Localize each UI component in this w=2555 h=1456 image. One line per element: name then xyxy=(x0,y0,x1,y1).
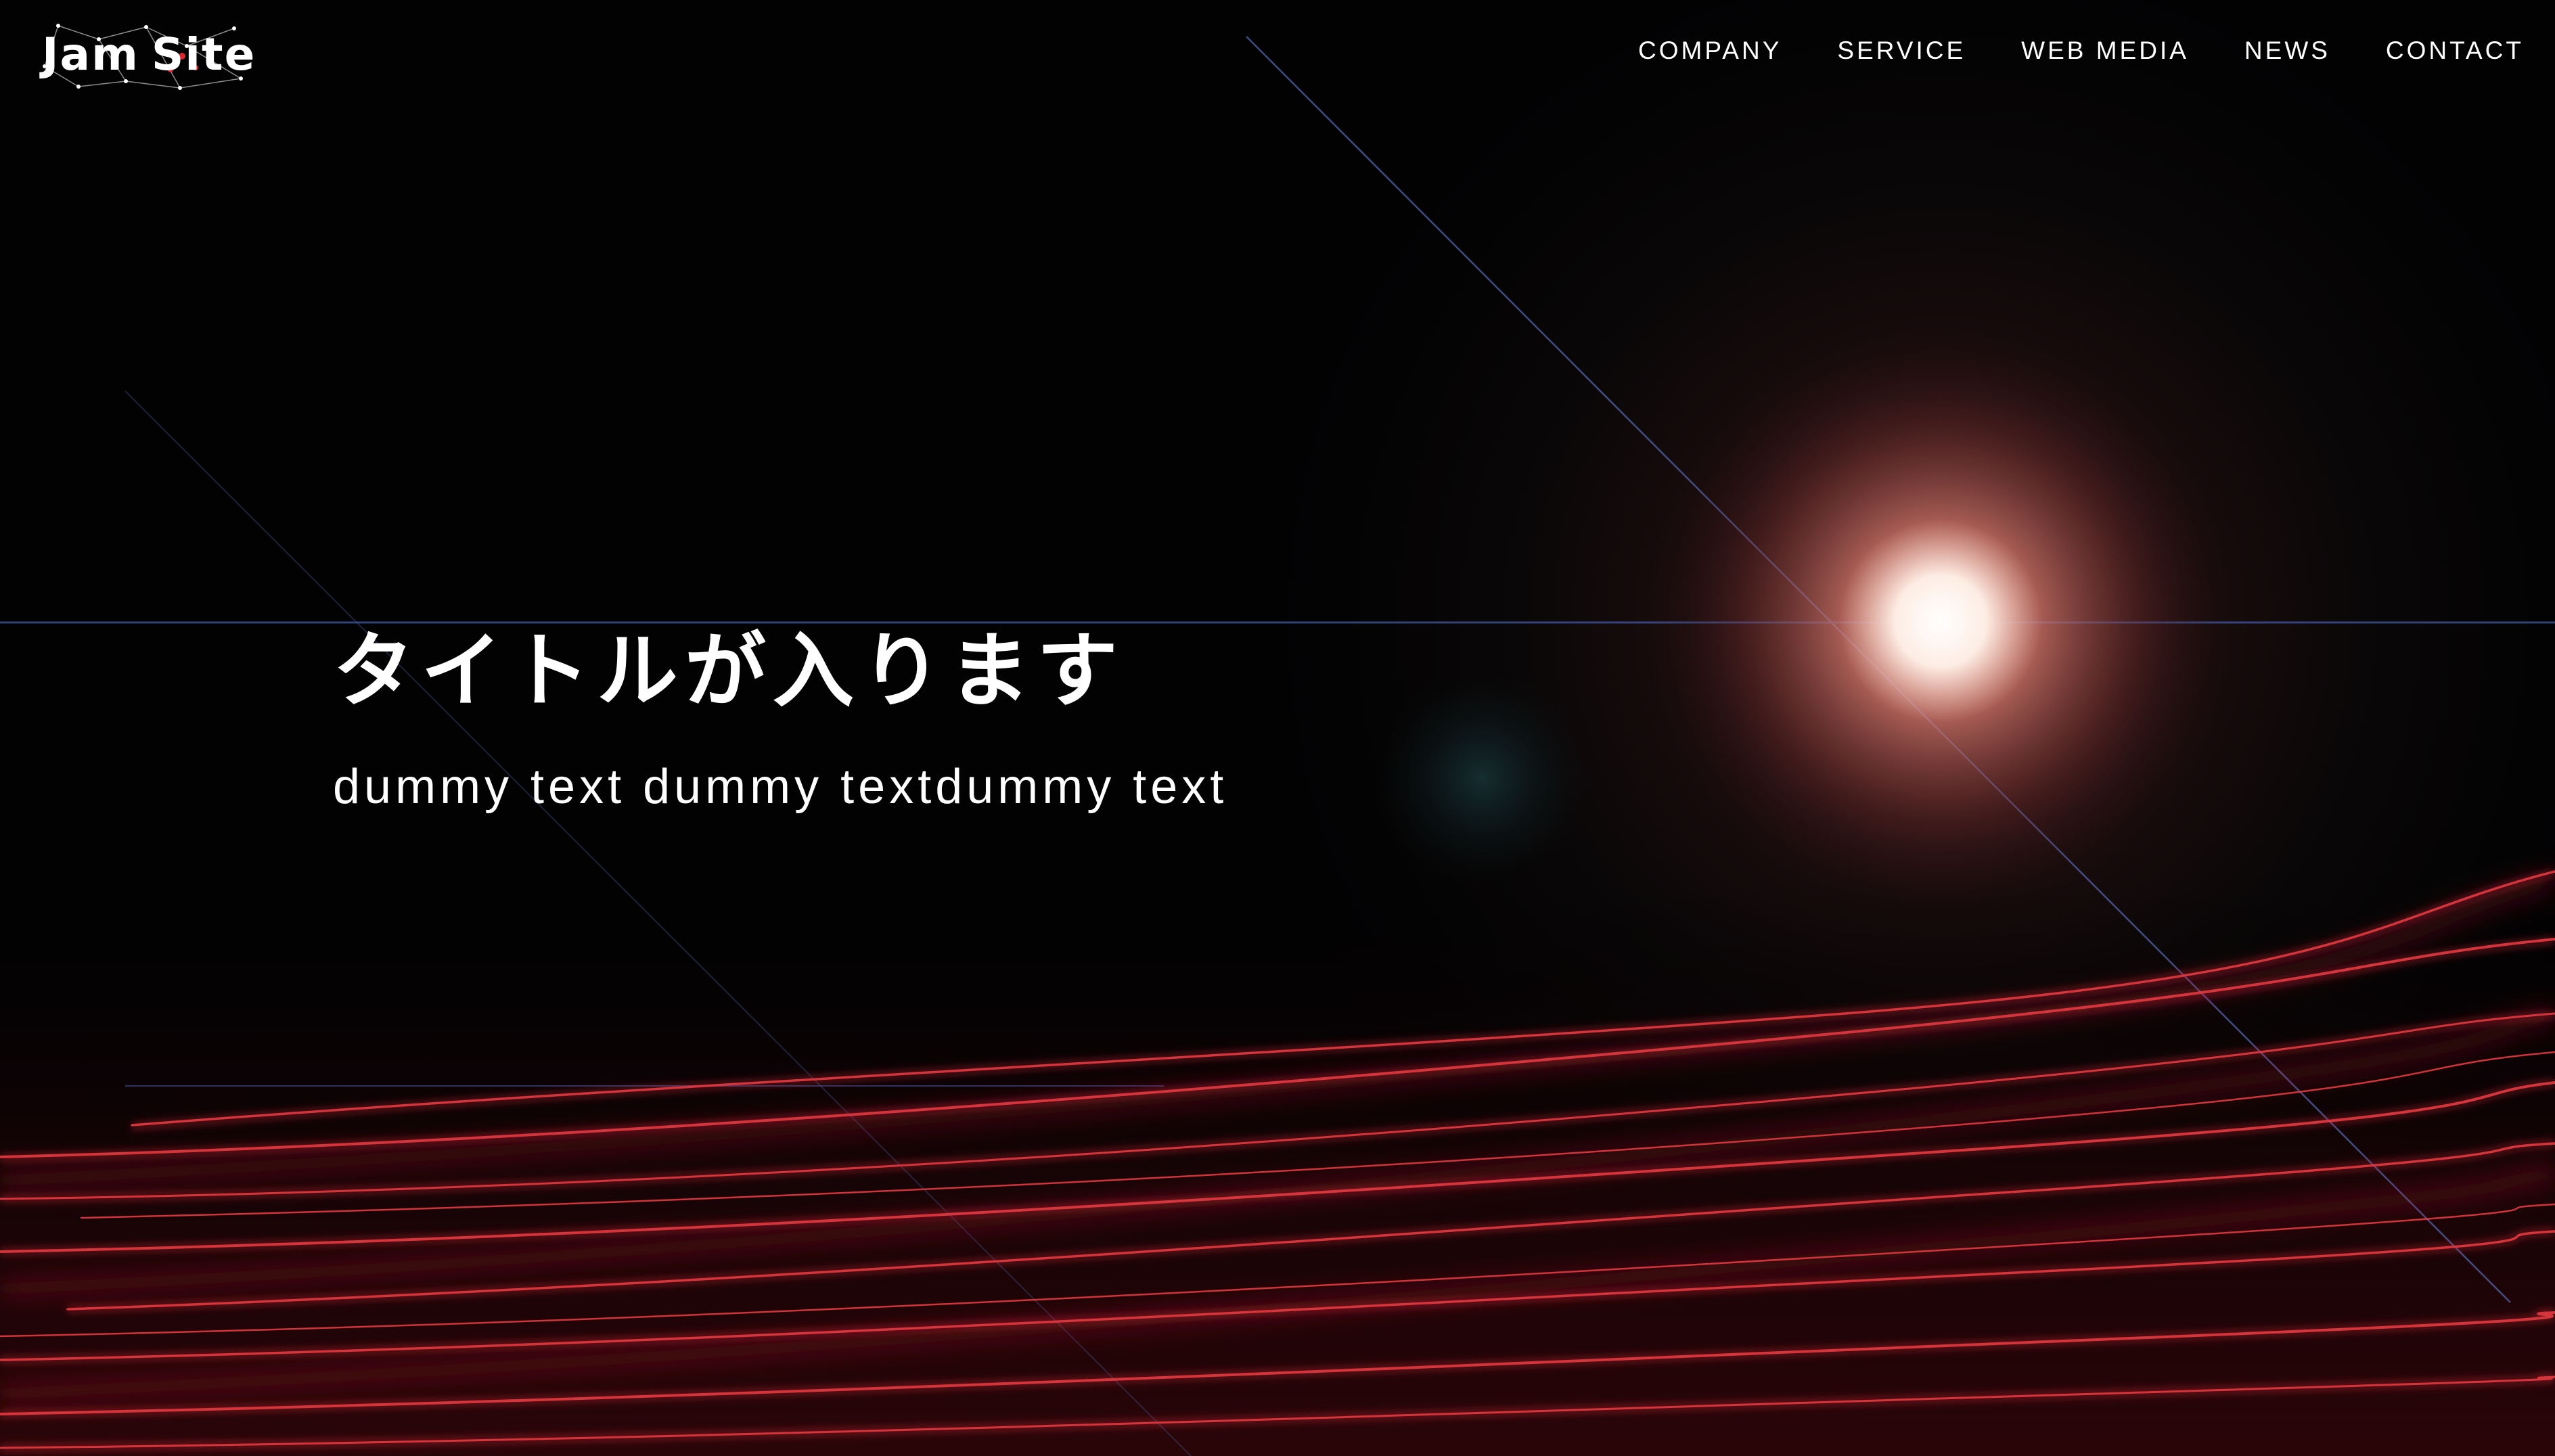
nav-item-service[interactable]: SERVICE xyxy=(1837,34,1966,68)
logo-wordmark: Jam Site xyxy=(42,24,256,85)
logo-word-jam: Jam xyxy=(42,28,139,81)
site-header: Jam Site COMPANY SERVICE WEB MEDIA NEWS C… xyxy=(0,0,2555,101)
nav-item-news[interactable]: NEWS xyxy=(2244,34,2330,68)
nav-item-contact[interactable]: CONTACT xyxy=(2386,34,2524,68)
page: Jam Site COMPANY SERVICE WEB MEDIA NEWS C… xyxy=(0,0,2555,1456)
nav-item-company[interactable]: COMPANY xyxy=(1638,34,1782,68)
site-logo[interactable]: Jam Site xyxy=(38,19,261,93)
main-nav: COMPANY SERVICE WEB MEDIA NEWS CONTACT xyxy=(1638,34,2524,68)
logo-word-site: Site xyxy=(151,28,256,81)
nav-item-web-media[interactable]: WEB MEDIA xyxy=(2021,34,2189,68)
hero-title: タイトルが入ります xyxy=(333,624,1125,719)
hero-subtitle: dummy text dummy textdummy text xyxy=(333,760,1228,814)
hero-section: タイトルが入ります dummy text dummy textdummy tex… xyxy=(333,621,1227,817)
